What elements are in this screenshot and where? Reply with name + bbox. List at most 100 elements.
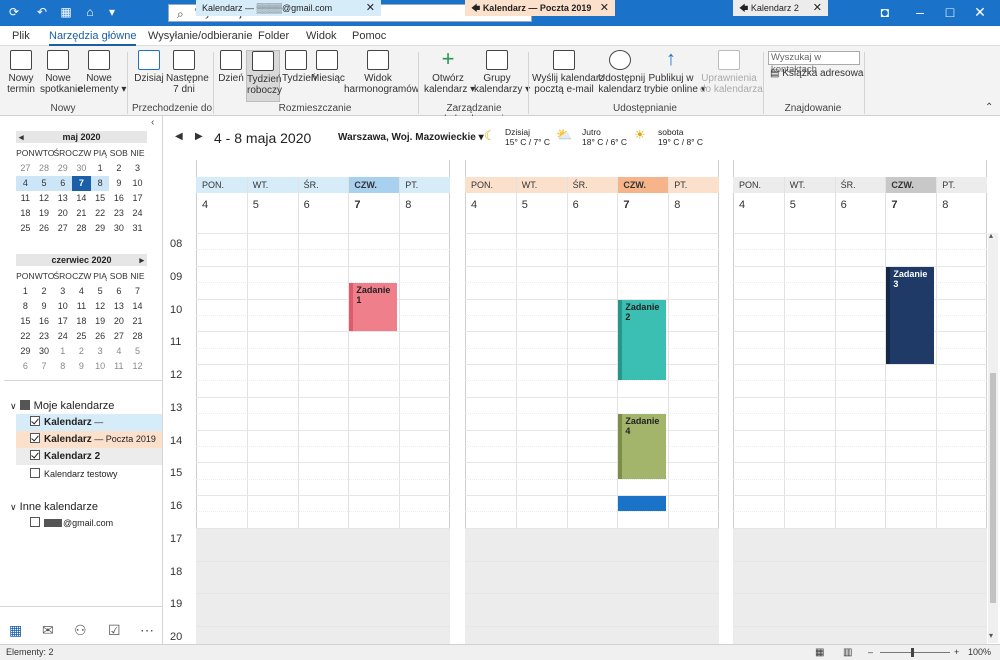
minical-day[interactable]: 9 xyxy=(35,299,54,314)
minical-day[interactable]: 30 xyxy=(72,161,91,176)
tasks-nav-icon[interactable]: ☑ xyxy=(108,622,121,639)
minical-day[interactable]: 3 xyxy=(128,161,147,176)
day-number[interactable]: 5 xyxy=(790,199,796,211)
day-header[interactable]: WT. xyxy=(784,177,835,193)
open-calendar-button[interactable]: + Otwórz kalendarz ▾ xyxy=(424,48,475,96)
minical-day[interactable]: 19 xyxy=(91,314,110,329)
minical-day[interactable]: 2 xyxy=(35,284,54,299)
tab-file[interactable]: Plik xyxy=(12,30,30,42)
minical-day[interactable]: 15 xyxy=(91,191,110,206)
today-button[interactable]: Dzisiaj xyxy=(134,50,164,84)
day-header[interactable]: CZW. xyxy=(617,177,669,193)
day-header[interactable]: ŚR. xyxy=(835,177,886,193)
home-icon[interactable]: ⌂ xyxy=(82,4,98,20)
day-number[interactable]: 4 xyxy=(202,199,208,211)
minical-day[interactable]: 25 xyxy=(72,329,91,344)
minical-day[interactable]: 1 xyxy=(91,161,110,176)
minical-day[interactable]: 4 xyxy=(72,284,91,299)
minical-day[interactable]: 21 xyxy=(72,206,91,221)
calendar-permissions-button[interactable]: Uprawnienia do kalendarza xyxy=(700,50,763,95)
minical-day[interactable]: 4 xyxy=(16,176,35,191)
zoom-out-icon[interactable]: – xyxy=(868,645,873,660)
calendar-checkbox[interactable] xyxy=(30,450,40,460)
scroll-up-icon[interactable]: ▴ xyxy=(989,231,993,240)
event-block[interactable]: Zadanie 1 xyxy=(349,283,398,332)
minical-day[interactable]: 6 xyxy=(53,176,73,191)
minical-day[interactable]: 12 xyxy=(91,299,110,314)
minical-day[interactable]: 20 xyxy=(53,206,72,221)
minical-day[interactable]: 2 xyxy=(110,161,129,176)
pane-tab[interactable]: 🡄 Kalendarz — Poczta 2019 ✕ xyxy=(465,0,615,16)
minical-day[interactable]: 28 xyxy=(128,329,147,344)
minical-day[interactable]: 12 xyxy=(35,191,54,206)
calendar-groups-button[interactable]: Grupy kalendarzy ▾ xyxy=(474,50,530,95)
minical-day[interactable]: 24 xyxy=(53,329,72,344)
minical-day[interactable]: 18 xyxy=(16,206,35,221)
event-block[interactable]: Zadanie 2 xyxy=(618,299,667,381)
minical-day[interactable]: 14 xyxy=(72,191,91,206)
location-selector[interactable]: Warszawa, Woj. Mazowieckie ▾ xyxy=(338,132,484,143)
close-icon[interactable]: ✕ xyxy=(600,0,609,16)
minical-day[interactable]: 18 xyxy=(72,314,91,329)
pane-tab[interactable]: Kalendarz — ▒▒▒▒@gmail.com ✕ xyxy=(196,0,381,16)
minical-day[interactable]: 26 xyxy=(91,329,110,344)
address-book-button[interactable]: ▤ Książka adresowa xyxy=(770,68,863,79)
day-number[interactable]: 4 xyxy=(739,199,745,211)
event-block[interactable]: Zadanie 3 xyxy=(886,266,935,364)
minical-day[interactable]: 7 xyxy=(72,176,91,191)
day-header[interactable]: ŚR. xyxy=(567,177,618,193)
minical-day[interactable]: 1 xyxy=(16,284,35,299)
minical-day[interactable]: 7 xyxy=(128,284,147,299)
new-items-button[interactable]: Nowe elementy ▾ xyxy=(78,50,126,95)
maximize-icon[interactable]: □ xyxy=(935,0,965,26)
other-calendars-group[interactable]: ∨ Inne kalendarze xyxy=(10,501,98,513)
my-calendars-group[interactable]: ∨ Moje kalendarze xyxy=(10,400,114,412)
minical-day[interactable]: 16 xyxy=(35,314,54,329)
event-block[interactable]: Zadanie 4 xyxy=(618,414,667,479)
minical-day[interactable]: 15 xyxy=(16,314,35,329)
minical-day[interactable]: 8 xyxy=(90,176,110,191)
minical-day[interactable]: 26 xyxy=(35,221,54,236)
calendar-item-kalendarz-2[interactable]: Kalendarz 2 xyxy=(16,448,162,465)
minical-day[interactable]: 17 xyxy=(53,314,72,329)
minical-day[interactable]: 22 xyxy=(91,206,110,221)
day-header[interactable]: ŚR. xyxy=(298,177,349,193)
minical-day[interactable]: 13 xyxy=(53,191,72,206)
minical-day[interactable]: 28 xyxy=(72,221,91,236)
minical-day[interactable]: 23 xyxy=(35,329,54,344)
group-checkbox[interactable] xyxy=(19,400,30,410)
collapse-pane-icon[interactable]: ‹ xyxy=(151,117,154,128)
minical-day[interactable]: 9 xyxy=(72,359,91,374)
minical-day[interactable]: 14 xyxy=(128,299,147,314)
minical-day[interactable]: 5 xyxy=(91,284,110,299)
publish-online-button[interactable]: ↑ Publikuj w trybie online ▾ xyxy=(644,49,706,95)
calendar-checkbox[interactable] xyxy=(30,468,40,478)
arrow-left-icon[interactable]: 🡄 xyxy=(739,3,751,13)
event-block[interactable] xyxy=(618,496,667,512)
minical-day[interactable]: 29 xyxy=(91,221,110,236)
people-nav-icon[interactable]: ⚇ xyxy=(74,622,87,639)
day-number[interactable]: 6 xyxy=(304,199,310,211)
minical-day[interactable]: 11 xyxy=(16,191,35,206)
minical-day[interactable]: 21 xyxy=(128,314,147,329)
minical-day[interactable]: 30 xyxy=(35,344,54,359)
work-week-view-button[interactable]: Tydzień roboczy xyxy=(246,50,282,102)
day-header[interactable]: PON. xyxy=(733,177,784,193)
day-header[interactable]: WT. xyxy=(247,177,298,193)
calendar-nav-icon[interactable]: ▦ xyxy=(9,622,22,639)
minical-day[interactable]: 17 xyxy=(128,191,147,206)
tab-send-receive[interactable]: Wysyłanie/odbieranie xyxy=(148,30,252,42)
week-view-button[interactable]: Tydzień xyxy=(282,50,316,84)
minical-day[interactable]: 4 xyxy=(110,344,129,359)
minical-day[interactable]: 27 xyxy=(16,161,35,176)
zoom-slider[interactable] xyxy=(880,648,950,657)
day-number[interactable]: 5 xyxy=(253,199,259,211)
next-7-days-button[interactable]: Następne 7 dni xyxy=(166,50,209,95)
month-view-button[interactable]: Miesiąc xyxy=(311,50,345,84)
minical-day[interactable]: 10 xyxy=(91,359,110,374)
calendar-item-other-gmail[interactable]: @gmail.com xyxy=(16,515,162,532)
minical-day[interactable]: 9 xyxy=(110,176,129,191)
prev-week-icon[interactable]: ◀ xyxy=(175,131,183,142)
minical-day[interactable]: 1 xyxy=(53,344,72,359)
undo-icon[interactable]: ↶ xyxy=(34,4,50,20)
